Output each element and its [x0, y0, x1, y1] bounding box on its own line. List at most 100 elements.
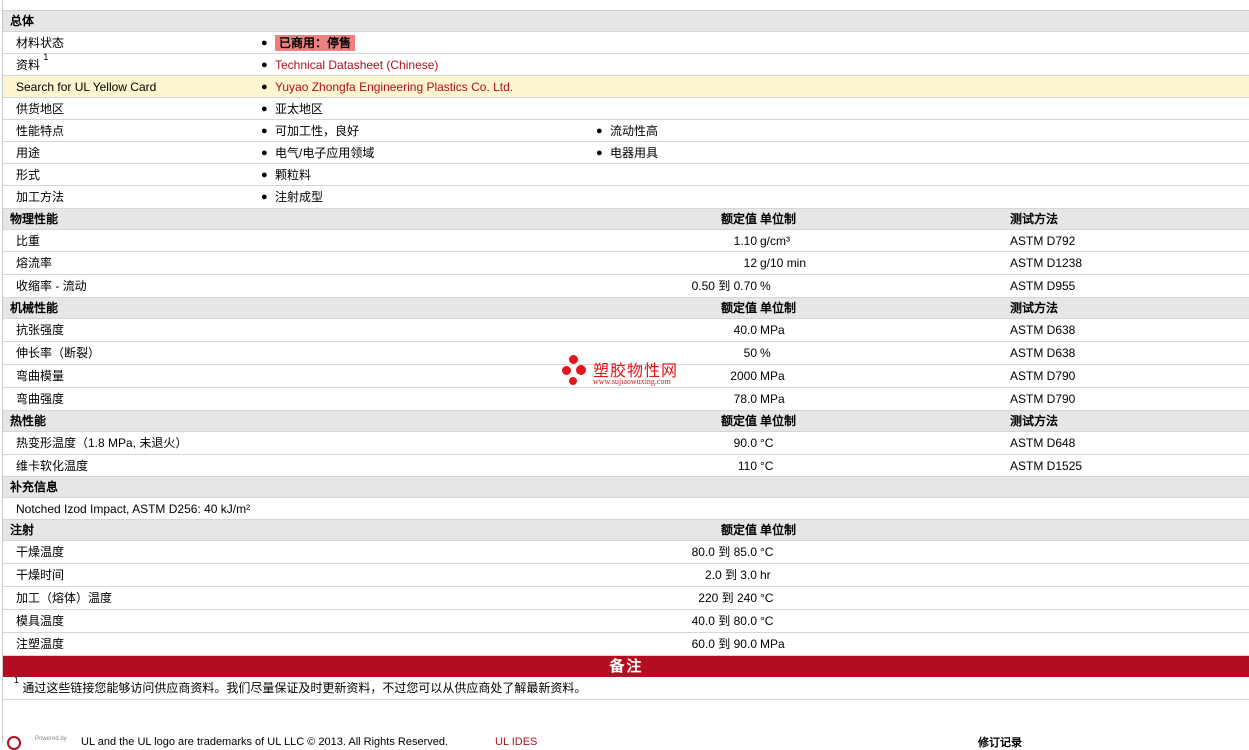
property-row: 加工（熔体）温度 220 到 240 °C — [3, 587, 1249, 610]
section-header-general: 总体 — [3, 11, 1249, 32]
property-unit: MPa — [760, 637, 785, 651]
property-unit: °C — [760, 614, 774, 628]
property-unit: °C — [760, 545, 774, 559]
column-header-value: 额定值 — [720, 523, 757, 537]
watermark-logo-icon — [569, 355, 578, 364]
row-value: 颗粒料 — [275, 168, 312, 182]
footnote: 1 通过这些链接您能够访问供应商资料。我们尽量保证及时更新资料，不过您可以从供应… — [3, 675, 1249, 700]
property-method: ASTM D1238 — [1010, 256, 1083, 270]
property-method: ASTM D790 — [1010, 369, 1076, 383]
property-row: 干燥时间 2.0 到 3.0 hr — [3, 564, 1249, 587]
row-docs: 资料 1 ● Technical Datasheet (Chinese) — [3, 52, 1249, 76]
row-label: 用途 — [16, 146, 41, 160]
row-value: 流动性高 — [610, 124, 659, 138]
section-header-supplement: 补充信息 — [3, 477, 1249, 498]
row-process: 加工方法 ● 注射成型 — [3, 186, 1249, 209]
watermark-url: www.sujiaowuxing.com — [593, 377, 671, 386]
row-label: 性能特点 — [16, 124, 65, 138]
property-label: 热变形温度（1.8 MPa, 未退火） — [16, 436, 188, 450]
row-label: 资料 1 — [16, 52, 48, 76]
footer: Powered by UL and the UL logo are tradem… — [3, 734, 1249, 750]
notes-header: 备注 — [3, 656, 1249, 677]
property-unit: °C — [760, 436, 774, 450]
property-value: 110 — [737, 459, 757, 473]
column-header-unit: 单位制 — [760, 414, 797, 428]
supplement-row: Notched Izod Impact, ASTM D256: 40 kJ/m² — [3, 498, 1249, 520]
row-label: 形式 — [16, 168, 41, 182]
property-value: 2.0 到 3.0 — [704, 568, 757, 582]
powered-by-text: Powered by — [35, 736, 67, 742]
property-method: ASTM D955 — [1010, 279, 1076, 293]
status-badge-text: 已商用：停售 — [275, 35, 356, 51]
property-unit: % — [760, 346, 771, 360]
bullet-icon: ● — [261, 147, 268, 159]
property-row: 注塑温度 60.0 到 90.0 MPa — [3, 633, 1249, 656]
property-method: ASTM D792 — [1010, 234, 1076, 248]
bullet-icon: ● — [261, 59, 268, 71]
property-label: 维卡软化温度 — [16, 459, 89, 473]
property-value: 2000 — [730, 369, 757, 383]
row-features: 性能特点 ● 可加工性，良好 ● 流动性高 — [3, 120, 1249, 142]
row-value: 电气/电子应用领域 — [275, 146, 375, 160]
row-material-status: 材料状态 ● 已商用：停售 — [3, 32, 1249, 54]
site-watermark: 塑胶物性网 www.sujiaowuxing.com — [561, 353, 701, 393]
property-label: 注塑温度 — [16, 637, 65, 651]
property-row: 热变形温度（1.8 MPa, 未退火） 90.0 °C ASTM D648 — [3, 432, 1249, 455]
bullet-icon: ● — [261, 81, 268, 93]
row-label: 加工方法 — [16, 190, 65, 204]
column-header-unit: 单位制 — [760, 212, 797, 226]
property-label: 干燥温度 — [16, 545, 65, 559]
property-value: 80.0 到 85.0 — [691, 545, 757, 559]
property-unit: g/cm³ — [760, 234, 790, 248]
property-value: 60.0 到 90.0 — [691, 637, 757, 651]
property-row: 模具温度 40.0 到 80.0 °C — [3, 610, 1249, 633]
property-row: 抗张强度 40.0 MPa ASTM D638 — [3, 319, 1249, 342]
property-value: 50 — [743, 346, 757, 360]
property-label: 模具温度 — [16, 614, 65, 628]
bullet-icon: ● — [596, 147, 603, 159]
property-value: 1.10 — [733, 234, 757, 248]
footnote-text: 通过这些链接您能够访问供应商资料。我们尽量保证及时更新资料，不过您可以从供应商处… — [22, 681, 587, 695]
bullet-icon: ● — [261, 103, 268, 115]
row-value: 注射成型 — [275, 190, 324, 204]
property-value: 40.0 — [733, 323, 757, 337]
row-label: 供货地区 — [16, 102, 65, 116]
watermark-logo-icon — [576, 365, 586, 375]
section-header-injection: 注射 额定值 单位制 — [3, 520, 1249, 541]
property-label: 加工（熔体）温度 — [16, 591, 113, 605]
section-title: 物理性能 — [10, 212, 59, 226]
datasheet-link[interactable]: Technical Datasheet (Chinese) — [275, 54, 438, 76]
property-label: 抗张强度 — [16, 323, 65, 337]
property-row: 干燥温度 80.0 到 85.0 °C — [3, 541, 1249, 564]
column-header-unit: 单位制 — [760, 523, 797, 537]
row-region: 供货地区 ● 亚太地区 — [3, 98, 1249, 120]
section-title: 补充信息 — [10, 480, 59, 494]
column-header-method: 测试方法 — [1010, 301, 1059, 315]
property-unit: °C — [760, 591, 774, 605]
section-header-thermal: 热性能 额定值 单位制 测试方法 — [3, 411, 1249, 432]
ul-ides-link[interactable]: UL IDES — [495, 736, 537, 748]
property-unit: g/10 min — [760, 256, 807, 270]
row-uses: 用途 ● 电气/电子应用领域 ● 电器用具 — [3, 142, 1249, 164]
row-label: Search for UL Yellow Card — [16, 80, 157, 94]
property-unit: MPa — [760, 369, 785, 383]
status-badge: 已商用：停售 — [275, 32, 356, 54]
column-header-method: 测试方法 — [1010, 414, 1059, 428]
section-title: 热性能 — [10, 414, 47, 428]
property-method: ASTM D1525 — [1010, 459, 1083, 473]
property-row: 比重 1.10 g/cm³ ASTM D792 — [3, 230, 1249, 252]
property-row: 收缩率 - 流动 0.50 到 0.70 % ASTM D955 — [3, 275, 1249, 298]
column-header-value: 额定值 — [720, 301, 757, 315]
property-label: 收缩率 - 流动 — [16, 279, 87, 293]
bullet-icon: ● — [261, 125, 268, 137]
section-header-mechanical: 机械性能 额定值 单位制 测试方法 — [3, 298, 1249, 319]
property-label: 干燥时间 — [16, 568, 65, 582]
row-label: 材料状态 — [16, 36, 65, 50]
property-unit: hr — [760, 568, 771, 582]
property-method: ASTM D638 — [1010, 346, 1076, 360]
column-header-value: 额定值 — [720, 414, 757, 428]
property-method: ASTM D638 — [1010, 323, 1076, 337]
supplier-link[interactable]: Yuyao Zhongfa Engineering Plastics Co. L… — [275, 76, 513, 98]
revision-history-label: 修订记录 — [978, 737, 1022, 749]
trademark-text: UL and the UL logo are trademarks of UL … — [81, 736, 449, 748]
